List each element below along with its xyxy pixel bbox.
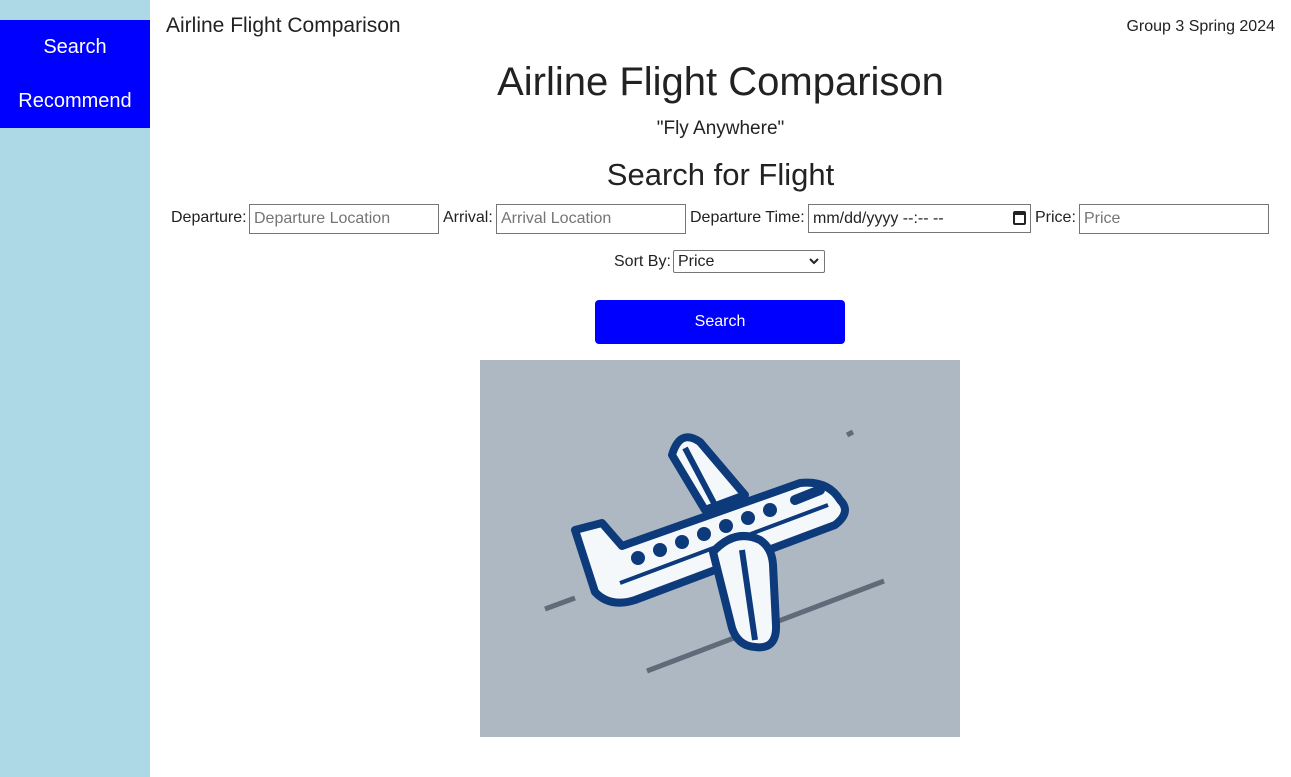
departure-time-input[interactable]: mm/dd/yyyy --:-- -- (808, 204, 1031, 233)
tagline: "Fly Anywhere" (656, 118, 785, 139)
airplane-illustration (480, 360, 960, 737)
group-label: Group 3 Spring 2024 (1126, 18, 1275, 35)
sidebar: Search Recommend (0, 0, 150, 777)
app-title: Airline Flight Comparison (166, 14, 401, 37)
page-title: Airline Flight Comparison (497, 60, 944, 104)
airplane-icon (544, 429, 885, 674)
chevron-down-icon (809, 258, 819, 265)
departure-time-label: Departure Time: (690, 209, 805, 226)
search-section-title: Search for Flight (606, 157, 835, 192)
search-button[interactable]: Search (595, 300, 845, 344)
sort-by-label: Sort By: (614, 253, 671, 270)
price-input[interactable] (1079, 204, 1269, 234)
sidebar-item-recommend[interactable]: Recommend (0, 74, 150, 128)
sidebar-item-search[interactable]: Search (0, 20, 150, 74)
sort-by-selected: Price (678, 253, 715, 270)
departure-label: Departure: (171, 209, 247, 226)
calendar-icon[interactable] (1013, 211, 1026, 225)
sort-by-select[interactable]: Price (673, 250, 825, 273)
price-label: Price: (1035, 209, 1076, 226)
arrival-input[interactable] (496, 204, 686, 234)
sidebar-menu: Search Recommend (0, 20, 150, 128)
departure-time-value: mm/dd/yyyy --:-- -- (813, 210, 944, 227)
arrival-label: Arrival: (443, 209, 493, 226)
departure-input[interactable] (249, 204, 439, 234)
